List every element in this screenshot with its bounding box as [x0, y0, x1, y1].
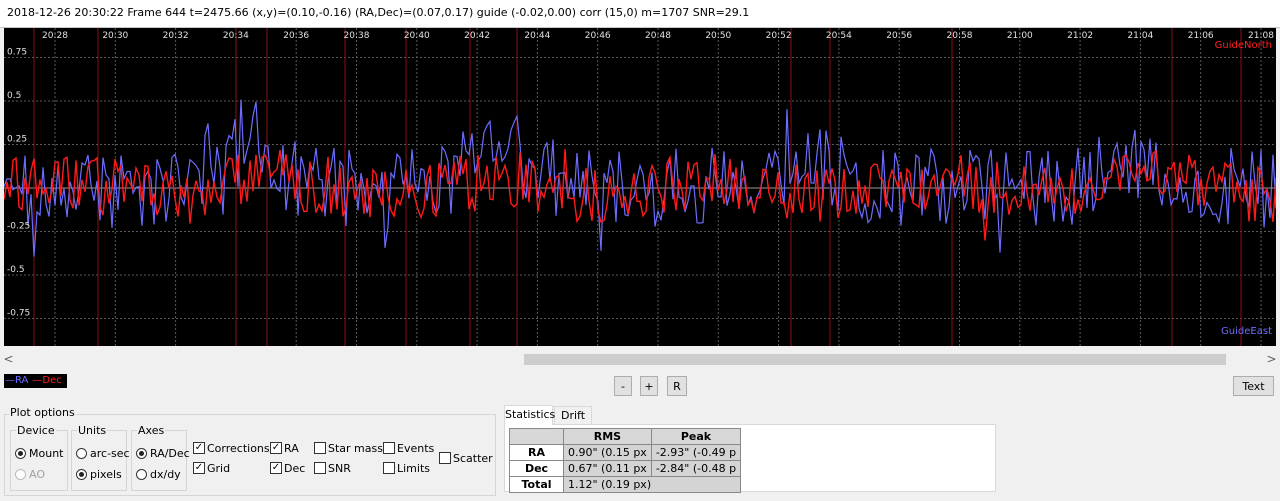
device-title: Device — [16, 424, 56, 437]
zoom-out-button[interactable]: - — [614, 376, 632, 396]
device-group — [10, 430, 68, 491]
dxdy-label: dx/dy — [150, 468, 181, 481]
y-tick-label: -0.5 — [7, 265, 25, 275]
status-bar: 2018-12-26 20:30:22 Frame 644 t=2475.66 … — [0, 0, 1280, 28]
y-tick-label: 0.75 — [7, 48, 27, 58]
scrollbar-thumb[interactable] — [524, 354, 1226, 365]
grid-checkbox[interactable]: ✓ — [193, 462, 205, 474]
statistics-table: RMS Peak RA 0.90" (0.15 px -2.93" (-0.49… — [509, 428, 742, 493]
guide-east-label: GuideEast — [1221, 326, 1272, 337]
corrections-label: Corrections — [207, 442, 270, 455]
axes-title: Axes — [137, 424, 166, 437]
ao-label: AO — [29, 468, 45, 481]
events-label: Events — [397, 442, 435, 455]
radec-label: RA/Dec — [150, 447, 190, 460]
grid-label: Grid — [207, 462, 231, 475]
ra-label: RA — [284, 442, 299, 455]
guide-north-label: GuideNorth — [1215, 40, 1272, 51]
axes-group — [131, 430, 187, 491]
peak-header: Peak — [650, 428, 742, 445]
dec-checkbox[interactable]: ✓ — [270, 462, 282, 474]
dec-label: Dec — [284, 462, 306, 475]
snr-checkbox[interactable] — [314, 462, 326, 474]
text-button[interactable]: Text — [1233, 376, 1274, 396]
table-row: Dec 0.67" (0.11 px -2.84" (-0.48 p — [509, 460, 742, 477]
time-tick-label: 20:30 — [102, 31, 128, 41]
time-tick-label: 20:42 — [464, 31, 490, 41]
horizontal-scrollbar[interactable]: < > — [0, 351, 1280, 368]
time-tick-label: 20:32 — [163, 31, 189, 41]
tab-statistics[interactable]: Statistics — [504, 405, 555, 425]
corrections-checkbox[interactable]: ✓ — [193, 442, 205, 454]
total-rms-cell: 1.12" (0.19 px) — [562, 476, 742, 493]
table-corner — [509, 428, 564, 445]
star-mass-checkbox[interactable] — [314, 442, 326, 454]
scatter-label: Scatter — [453, 452, 493, 465]
star-mass-label: Star mass — [328, 442, 383, 455]
time-tick-label: 20:36 — [283, 31, 309, 41]
ra-trace — [4, 99, 1276, 257]
time-tick-label: 20:50 — [705, 31, 731, 41]
y-tick-label: -0.75 — [7, 309, 30, 319]
snr-label: SNR — [328, 462, 351, 475]
mount-label: Mount — [29, 447, 64, 460]
time-tick-label: 21:04 — [1127, 31, 1153, 41]
time-tick-label: 20:58 — [947, 31, 973, 41]
radec-radio[interactable] — [136, 448, 147, 459]
row-label: Total — [509, 476, 564, 493]
time-tick-label: 21:06 — [1188, 31, 1214, 41]
pixels-label: pixels — [90, 468, 122, 481]
table-row: Total 1.12" (0.19 px) — [509, 476, 742, 493]
time-tick-label: 21:02 — [1067, 31, 1093, 41]
limits-checkbox[interactable] — [383, 462, 395, 474]
arcsec-radio[interactable] — [76, 448, 87, 459]
dxdy-radio[interactable] — [136, 469, 147, 480]
limits-label: Limits — [397, 462, 430, 475]
pixels-radio[interactable] — [76, 469, 87, 480]
time-tick-label: 20:28 — [42, 31, 68, 41]
status-text: 2018-12-26 20:30:22 Frame 644 t=2475.66 … — [7, 6, 750, 19]
peak-cell: -2.84" (-0.48 p — [650, 460, 742, 477]
y-tick-label: -0.25 — [7, 222, 30, 232]
table-header-row: RMS Peak — [509, 428, 742, 445]
scroll-right-icon[interactable]: > — [1263, 351, 1280, 368]
plot-options-title: Plot options — [9, 406, 76, 419]
scroll-left-icon[interactable]: < — [0, 351, 17, 368]
row-label: RA — [509, 444, 564, 461]
row-label: Dec — [509, 460, 564, 477]
scatter-checkbox[interactable] — [439, 452, 451, 464]
time-tick-label: 20:56 — [886, 31, 912, 41]
time-tick-label: 20:40 — [404, 31, 430, 41]
dec-trace — [4, 149, 1276, 241]
time-tick-label: 20:54 — [826, 31, 852, 41]
events-checkbox[interactable] — [383, 442, 395, 454]
time-tick-label: 20:46 — [585, 31, 611, 41]
time-tick-label: 20:34 — [223, 31, 249, 41]
units-title: Units — [77, 424, 108, 437]
ao-radio[interactable] — [15, 469, 26, 480]
rms-header: RMS — [563, 428, 652, 445]
peak-cell: -2.93" (-0.49 p — [650, 444, 742, 461]
reset-button[interactable]: R — [667, 376, 687, 396]
time-tick-label: 20:38 — [344, 31, 370, 41]
units-group — [71, 430, 127, 491]
rms-cell: 0.90" (0.15 px — [563, 444, 652, 461]
legend-ra: —RA — [5, 375, 29, 386]
tab-drift[interactable]: Drift — [554, 406, 592, 424]
ra-checkbox[interactable]: ✓ — [270, 442, 282, 454]
time-tick-label: 21:00 — [1007, 31, 1033, 41]
time-tick-label: 20:44 — [524, 31, 550, 41]
y-tick-label: 0.25 — [7, 135, 27, 145]
arcsec-label: arc-sec — [90, 447, 130, 460]
zoom-in-button[interactable]: + — [640, 376, 658, 396]
legend-dec: —Dec — [32, 375, 62, 386]
rms-cell: 0.67" (0.11 px — [563, 460, 652, 477]
time-tick-label: 20:48 — [645, 31, 671, 41]
y-tick-label: 0.5 — [7, 91, 21, 101]
guide-graph[interactable]: 0.75 0.5 0.25 -0.25 -0.5 -0.75 20:28 20:30 20:32… — [4, 28, 1276, 346]
graph-legend: —RA —Dec — [4, 374, 67, 388]
time-tick-label: 20:52 — [766, 31, 792, 41]
table-row: RA 0.90" (0.15 px -2.93" (-0.49 p — [509, 444, 742, 461]
mount-radio[interactable] — [15, 448, 26, 459]
